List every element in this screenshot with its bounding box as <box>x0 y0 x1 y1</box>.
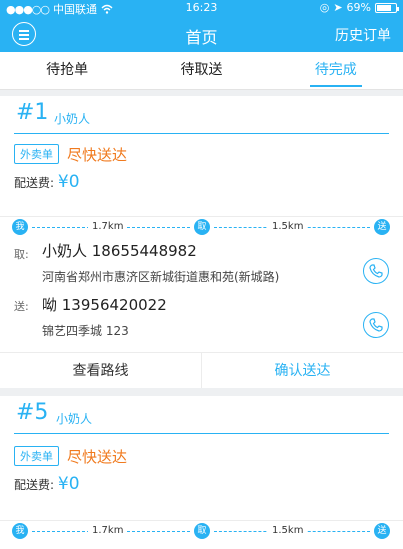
confirm-delivery-button[interactable]: 确认送达 <box>202 353 403 388</box>
battery-percent: 69% <box>346 1 371 14</box>
tab-pending-pickup[interactable]: 待取送 <box>134 52 268 89</box>
location-icon: ➤ <box>333 1 343 14</box>
order-header: #1 小奶人 <box>14 96 389 134</box>
order-header: #5 小奶人 <box>14 396 389 434</box>
fee-value: ¥0 <box>57 172 80 192</box>
tab-pending-complete[interactable]: 待完成 <box>269 52 403 89</box>
order-tags: 外卖单 尽快送达 <box>14 446 127 466</box>
pickup-marker: 取 <box>194 219 210 235</box>
call-delivery-button[interactable] <box>363 312 389 338</box>
delivery-marker: 送 <box>374 523 390 539</box>
distance-to-delivery: 1.5km <box>268 525 308 536</box>
urgency-label: 尽快送达 <box>67 145 128 164</box>
delivery-marker: 送 <box>374 219 390 235</box>
distance-to-pickup: 1.7km <box>88 221 128 232</box>
status-bar: ●●●○○ 中国联通 16:23 ◎ ➤ 69% <box>0 0 403 16</box>
call-pickup-button[interactable] <box>363 258 389 284</box>
order-tags: 外卖单 尽快送达 <box>14 144 127 164</box>
battery-icon <box>375 2 399 13</box>
pickup-marker: 取 <box>194 523 210 539</box>
delivery-fee: 配送费: ¥0 <box>14 474 80 494</box>
distance-to-pickup: 1.7km <box>88 525 128 536</box>
phone-icon <box>369 264 383 278</box>
fee-label: 配送费: <box>14 176 55 190</box>
order-type-badge: 外卖单 <box>14 446 59 466</box>
distance-bar: 我 1.7km 取 1.5km 送 <box>0 216 403 236</box>
nav-bar: 首页 历史订单 <box>0 16 403 52</box>
pickup-label: 取: <box>14 248 29 261</box>
order-card[interactable]: #1 小奶人 外卖单 尽快送达 配送费: ¥0 我 1.7km 取 1.5km … <box>0 96 403 352</box>
order-type-badge: 外卖单 <box>14 144 59 164</box>
lock-rotation-icon: ◎ <box>319 1 330 14</box>
distance-to-delivery: 1.5km <box>268 221 308 232</box>
me-marker: 我 <box>12 523 28 539</box>
pickup-address: 河南省郑州市惠济区新城街道惠和苑(新城路) <box>42 270 280 284</box>
order-actions: 查看路线 确认送达 <box>0 352 403 388</box>
delivery-label: 送: <box>14 300 29 313</box>
urgency-label: 尽快送达 <box>67 447 128 466</box>
delivery-address: 锦艺四季城 123 <box>42 324 129 338</box>
tab-pending-grab[interactable]: 待抢单 <box>0 52 134 89</box>
order-card[interactable]: #5 小奶人 外卖单 尽快送达 配送费: ¥0 我 1.7km 取 1.5km … <box>0 396 403 549</box>
delivery-fee: 配送费: ¥0 <box>14 172 80 192</box>
order-customer: 小奶人 <box>56 412 93 426</box>
distance-bar: 我 1.7km 取 1.5km 送 <box>0 520 403 540</box>
delivery-contact: 呦 13956420022 <box>42 296 167 314</box>
order-number: #1 <box>16 100 49 125</box>
order-number: #5 <box>16 400 49 425</box>
pickup-contact: 小奶人 18655448982 <box>42 242 197 260</box>
fee-value: ¥0 <box>57 474 80 494</box>
tab-bar: 待抢单 待取送 待完成 <box>0 52 403 90</box>
view-route-button[interactable]: 查看路线 <box>0 353 202 388</box>
phone-icon <box>369 318 383 332</box>
order-customer: 小奶人 <box>54 112 91 126</box>
history-orders-button[interactable]: 历史订单 <box>335 25 391 45</box>
fee-label: 配送费: <box>14 478 55 492</box>
me-marker: 我 <box>12 219 28 235</box>
